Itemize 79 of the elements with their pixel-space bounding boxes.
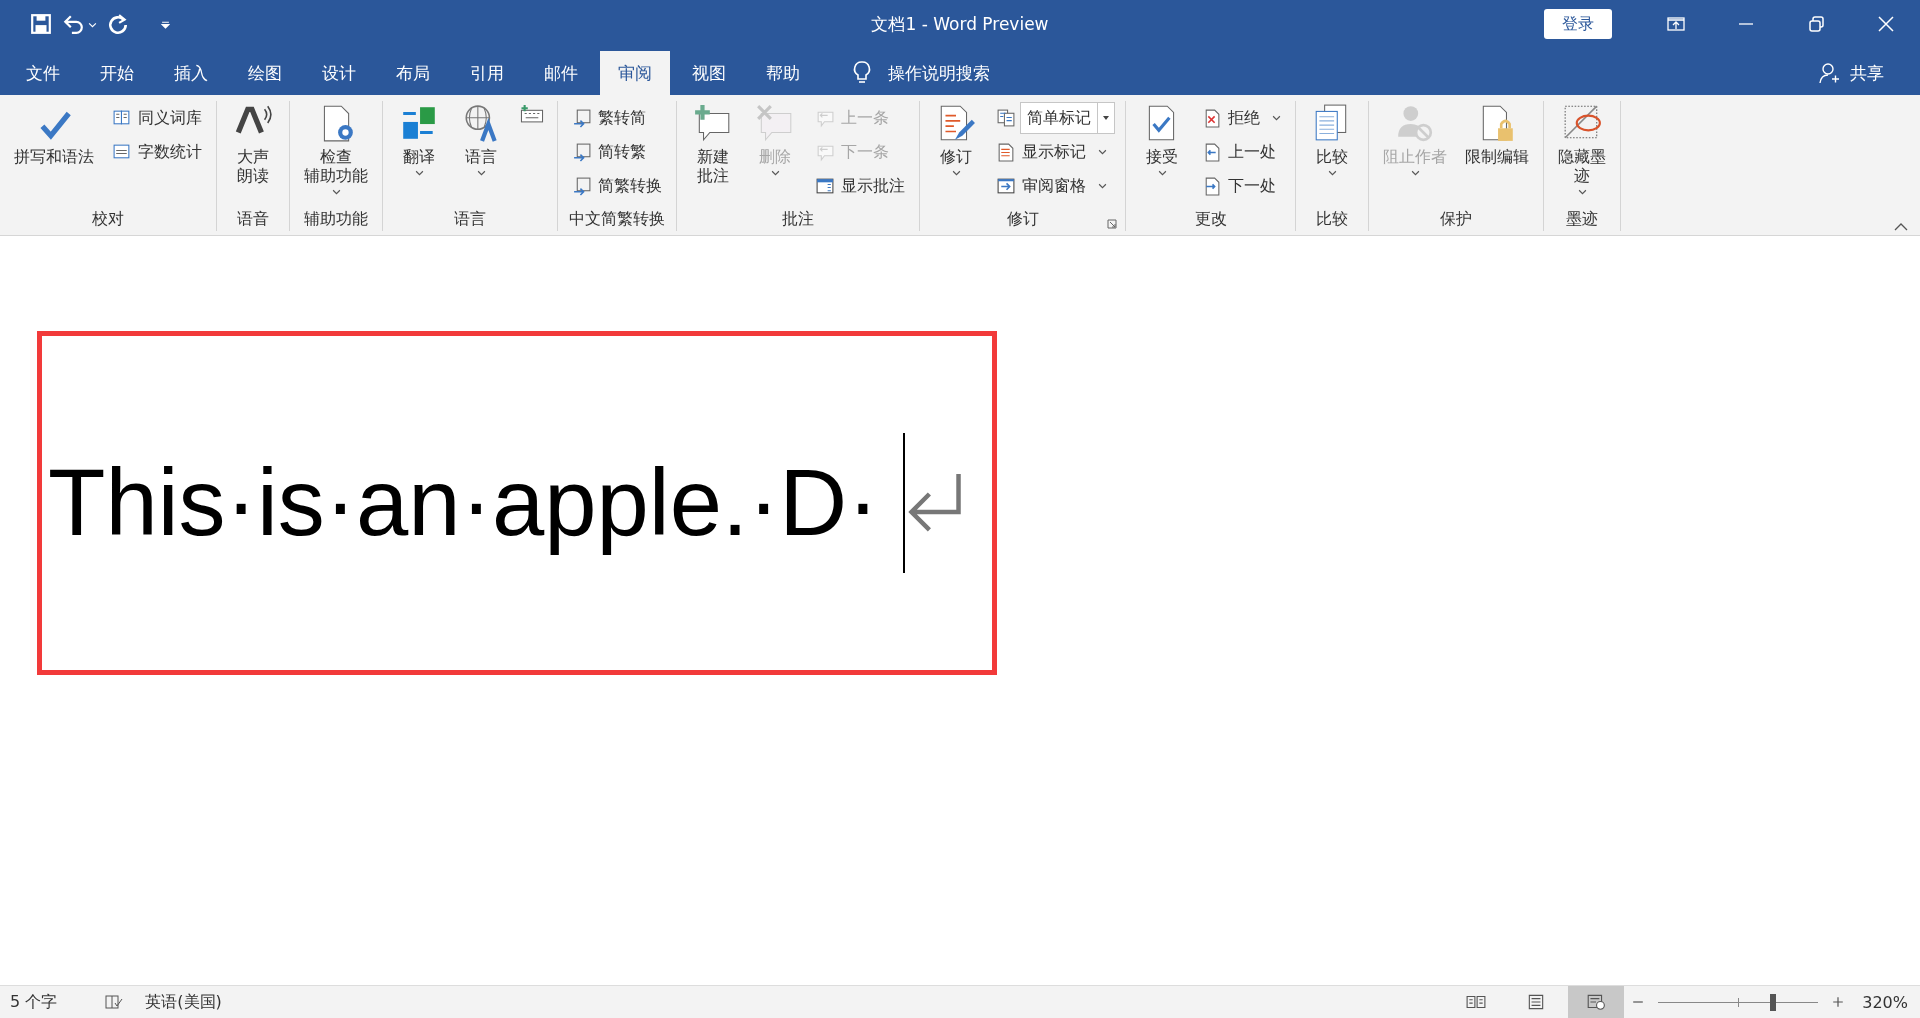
ribbon-button[interactable]: 新建 批注 (687, 101, 739, 188)
undo-icon[interactable] (62, 13, 84, 35)
ribbon-button[interactable]: 拼写和语法 (10, 101, 98, 169)
ribbon-tab[interactable]: 插入 (156, 51, 226, 95)
proofing-icon[interactable] (105, 994, 124, 1010)
close-icon[interactable] (1876, 14, 1896, 34)
panel-icon (815, 176, 835, 196)
ribbon-button[interactable]: 隐藏墨 迹 (1554, 101, 1610, 199)
markup-select[interactable]: 简单标记 (1020, 102, 1115, 134)
tell-me-search[interactable]: 操作说明搜索 (852, 51, 990, 95)
ribbon-button[interactable]: 同义词库 (108, 103, 206, 133)
group-label: 更改 (1194, 208, 1227, 230)
group-label: 批注 (782, 208, 814, 230)
ribbon-tab[interactable]: 开始 (82, 51, 152, 95)
ribbon-button[interactable]: 检查 辅助功能 (300, 101, 372, 199)
group-label: 语言 (454, 208, 486, 230)
view-button[interactable] (1568, 985, 1625, 1018)
person-add-icon (1818, 62, 1840, 84)
ribbon-button[interactable]: 简转繁 (568, 137, 666, 167)
group-label: 辅助功能 (304, 208, 368, 230)
ribbon-button[interactable]: 下一处 (1198, 171, 1285, 201)
ribbon-button[interactable]: 拒绝 (1198, 103, 1285, 133)
collapse-ribbon-icon[interactable] (1894, 223, 1908, 231)
ribbon-button[interactable]: 字数统计 (108, 137, 206, 167)
redo-icon[interactable] (107, 13, 129, 35)
square-arrow-icon (572, 176, 592, 196)
pane-icon (996, 176, 1016, 196)
document-text: This·is·an·apple.·D· (48, 449, 879, 557)
save-icon[interactable] (30, 13, 52, 35)
window-title: 文档1 - Word Preview (871, 12, 1049, 36)
group-label: 修订 (1006, 208, 1039, 230)
ribbon-button[interactable]: 限制编辑 (1461, 101, 1533, 169)
group-label: 保护 (1440, 208, 1472, 230)
zoom-level[interactable]: 320% (1862, 992, 1908, 1012)
person-block-icon (1395, 103, 1435, 143)
share-button[interactable]: 共享 (1812, 51, 1890, 95)
square-arrow-icon (572, 142, 592, 162)
ribbon-button[interactable]: 简繁转换 (568, 171, 666, 201)
lightbulb-icon (852, 60, 872, 86)
zoom-in-icon[interactable] (1832, 996, 1845, 1008)
ribbon-display-icon[interactable] (1666, 14, 1686, 34)
sign-in-button[interactable]: 登录 (1544, 9, 1612, 39)
ribbon-button[interactable]: 翻译 (393, 101, 445, 180)
ribbon-button[interactable]: 比较 (1306, 101, 1358, 180)
ribbon-tab[interactable]: 审阅 (600, 51, 670, 95)
ribbon-tab[interactable]: 邮件 (526, 51, 596, 95)
ribbon-button[interactable]: 显示批注 (811, 171, 909, 201)
read-mode-icon (1466, 994, 1487, 1010)
language-status[interactable]: 英语(美国) (145, 991, 222, 1013)
group-label: 墨迹 (1566, 208, 1598, 230)
word-count[interactable]: 5 个字 (10, 991, 58, 1013)
ribbon-button[interactable]: 语言 (455, 101, 507, 180)
customize-icon[interactable] (161, 19, 170, 29)
ribbon-tab[interactable]: 布局 (378, 51, 448, 95)
ribbon-button[interactable]: 审阅窗格 (992, 171, 1115, 201)
web-layout-icon (1586, 994, 1607, 1010)
ribbon-tab[interactable]: 视图 (674, 51, 744, 95)
document-icon (996, 142, 1016, 162)
ribbon-tab[interactable]: 帮助 (748, 51, 818, 95)
group-label: 比较 (1316, 208, 1348, 230)
square-arrow-icon (572, 108, 592, 128)
documents-icon (996, 108, 1016, 128)
ribbon-tab[interactable]: 绘图 (230, 51, 300, 95)
ribbon-button[interactable]: 上一处 (1198, 137, 1285, 167)
ribbon-tab[interactable]: 文件 (8, 51, 78, 95)
zoom-slider-thumb[interactable] (1770, 993, 1777, 1011)
dialog-launcher-icon[interactable] (1107, 219, 1117, 229)
ribbon-button[interactable]: 大声 朗读 (227, 101, 279, 188)
group-label: 校对 (92, 208, 124, 230)
ribbon-button[interactable]: 繁转简 (568, 103, 666, 133)
ribbon-button[interactable]: 显示标记 (992, 137, 1115, 167)
ribbon-tab[interactable]: 设计 (304, 51, 374, 95)
group-label: 语音 (237, 208, 269, 230)
zoom-slider[interactable] (1658, 993, 1819, 1011)
ribbon-tab[interactable]: 引用 (452, 51, 522, 95)
ribbon-button[interactable]: 修订 (930, 101, 982, 180)
restore-icon[interactable] (1806, 14, 1826, 34)
ribbon-button[interactable]: 接受 (1136, 101, 1188, 180)
group-label: 中文简繁转换 (569, 208, 665, 230)
